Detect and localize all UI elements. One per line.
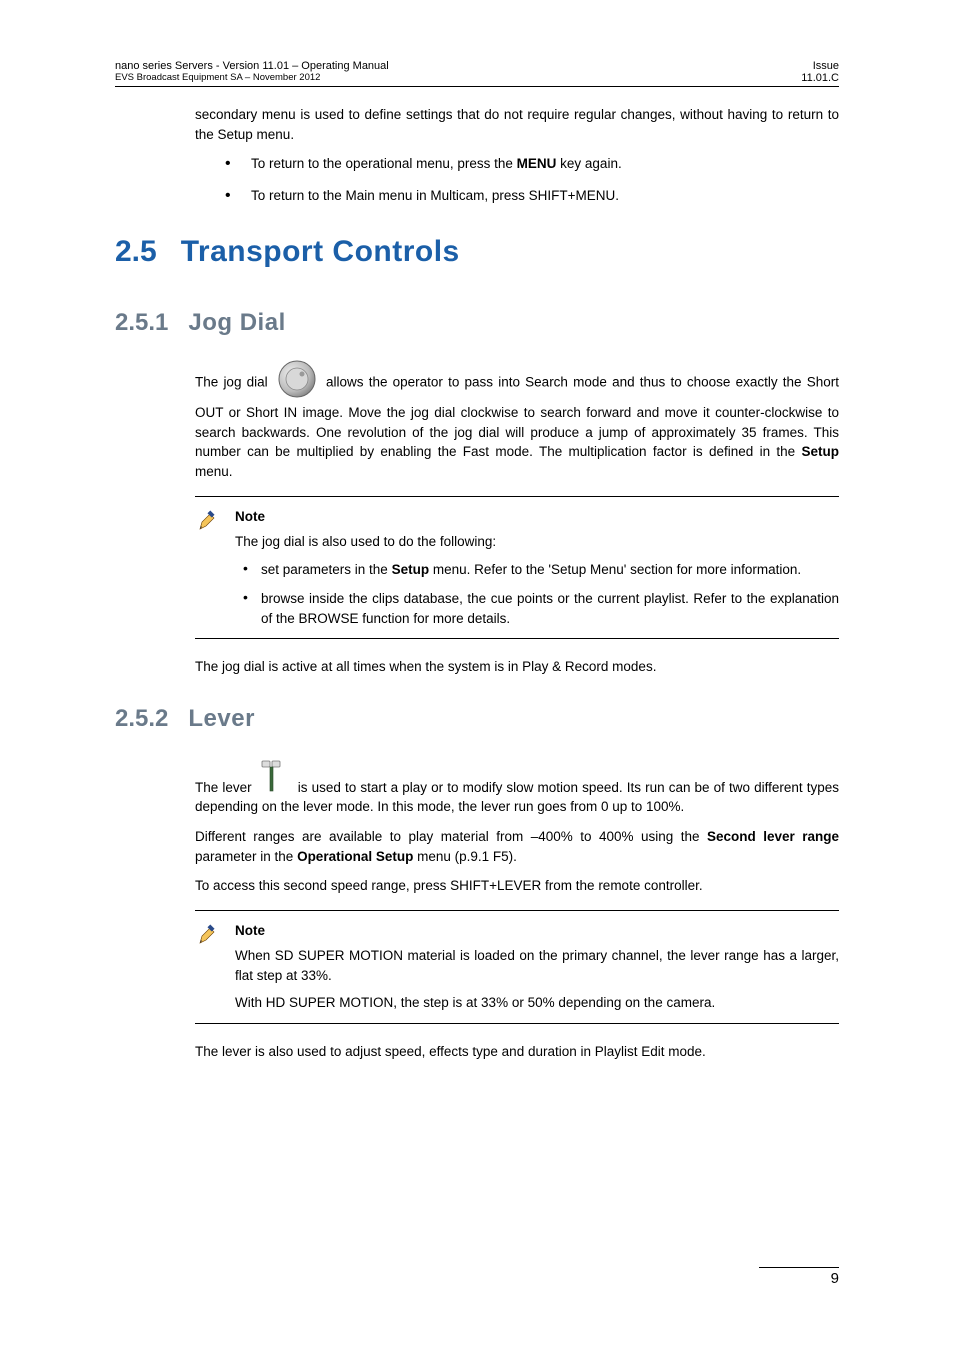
- intro-bullets: To return to the operational menu, press…: [195, 154, 839, 205]
- heading-number: 2.5: [115, 235, 157, 269]
- note-p1: When SD SUPER MOTION material is loaded …: [235, 946, 839, 985]
- heading-title: Lever: [188, 705, 255, 733]
- bullet-bold: MENU: [517, 156, 557, 171]
- lever-p2-pre: Different ranges are available to play m…: [195, 829, 707, 844]
- lever-paragraph-1: The lever is used to start a play or to …: [195, 759, 839, 817]
- section-heading-2: 2.5.2 Lever: [115, 705, 839, 733]
- header-right-line2: 11.01.C: [801, 72, 839, 84]
- lever-after-note: The lever is also used to adjust speed, …: [195, 1042, 839, 1062]
- jog-text-post-post: menu.: [195, 464, 233, 479]
- content-column: secondary menu is used to define setting…: [195, 105, 839, 1062]
- note-b1-bold: Setup: [392, 562, 430, 577]
- lever-paragraph-2: Different ranges are available to play m…: [195, 827, 839, 866]
- note-bullets: set parameters in the Setup menu. Refer …: [235, 560, 839, 629]
- note-block: Note The jog dial is also used to do the…: [195, 496, 839, 640]
- note-intro: The jog dial is also used to do the foll…: [235, 532, 839, 552]
- header-divider: [115, 86, 839, 87]
- lever-p2-mid: parameter in the: [195, 849, 297, 864]
- header-left-line1: nano series Servers - Version 11.01 – Op…: [115, 60, 389, 72]
- pencil-icon: [195, 507, 223, 629]
- page-number-value: 9: [831, 1270, 839, 1287]
- heading-number: 2.5.2: [115, 705, 168, 733]
- note-body: Note When SD SUPER MOTION material is lo…: [235, 921, 839, 1013]
- intro-paragraph: secondary menu is used to define setting…: [195, 105, 839, 144]
- page: nano series Servers - Version 11.01 – Op…: [0, 0, 954, 1112]
- header-right-line1: Issue: [801, 60, 839, 72]
- list-item: To return to the operational menu, press…: [225, 154, 839, 174]
- heading-number: 2.5.1: [115, 309, 168, 337]
- note-title: Note: [235, 507, 839, 527]
- lever-paragraph-3: To access this second speed range, press…: [195, 876, 839, 896]
- lever-text-post: is used to start a play or to modify slo…: [195, 780, 839, 815]
- bullet-text: key again.: [556, 156, 621, 171]
- page-header: nano series Servers - Version 11.01 – Op…: [115, 60, 839, 86]
- list-item: browse inside the clips database, the cu…: [243, 589, 839, 628]
- lever-text-pre: The lever: [195, 780, 256, 795]
- list-item: set parameters in the Setup menu. Refer …: [243, 560, 839, 580]
- lever-p2-post: menu (p.9.1 F5).: [413, 849, 517, 864]
- page-number: 9: [759, 1267, 839, 1287]
- section-heading-1: 2.5 Transport Controls: [115, 235, 839, 269]
- note-body: Note The jog dial is also used to do the…: [235, 507, 839, 629]
- jog-dial-icon: [277, 359, 317, 399]
- header-left-line2: EVS Broadcast Equipment SA – November 20…: [115, 72, 389, 83]
- note-b1-post: menu. Refer to the 'Setup Menu' section …: [429, 562, 801, 577]
- section-heading-2: 2.5.1 Jog Dial: [115, 309, 839, 337]
- note-title: Note: [235, 921, 839, 941]
- jog-bold-setup: Setup: [801, 444, 839, 459]
- jog-text-pre: The jog dial: [195, 375, 273, 390]
- note-block: Note When SD SUPER MOTION material is lo…: [195, 910, 839, 1024]
- heading-title: Jog Dial: [188, 309, 285, 337]
- jog-after-note: The jog dial is active at all times when…: [195, 657, 839, 677]
- note-p2: With HD SUPER MOTION, the step is at 33%…: [235, 993, 839, 1013]
- note-b1-pre: set parameters in the: [261, 562, 392, 577]
- page-number-rule: [759, 1267, 839, 1268]
- list-item: To return to the Main menu in Multicam, …: [225, 186, 839, 206]
- lever-icon: [260, 759, 284, 795]
- lever-p2-b2: Operational Setup: [297, 849, 413, 864]
- heading-title: Transport Controls: [181, 235, 460, 269]
- header-right: Issue 11.01.C: [801, 60, 839, 84]
- lever-p2-b1: Second lever range: [707, 829, 839, 844]
- bullet-text: To return to the operational menu, press…: [251, 156, 517, 171]
- pencil-icon: [195, 921, 223, 1013]
- header-left: nano series Servers - Version 11.01 – Op…: [115, 60, 389, 84]
- jog-paragraph: The jog dial allows the operator t: [195, 363, 839, 481]
